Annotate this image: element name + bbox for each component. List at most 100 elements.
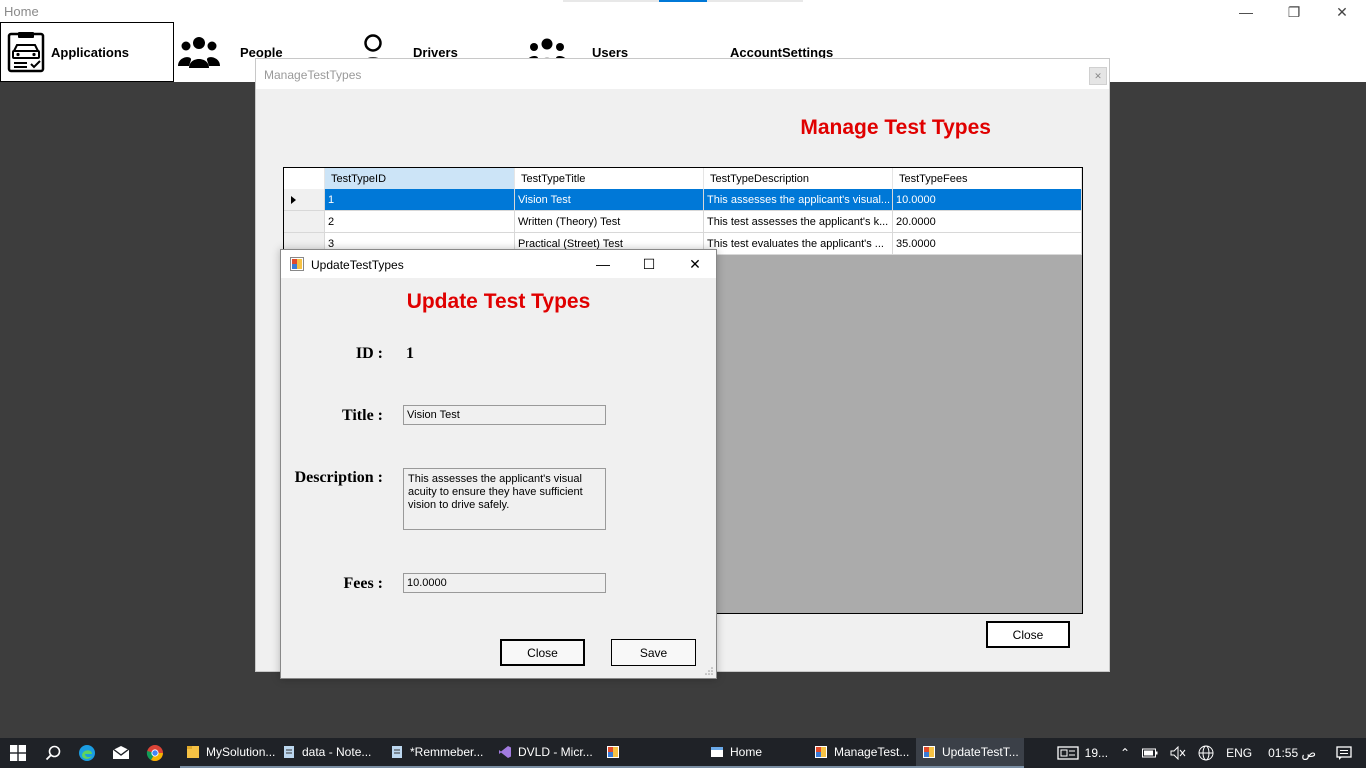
edge-taskbar-button[interactable] [70, 738, 104, 768]
nav-applications[interactable]: Applications [0, 22, 174, 82]
taskbar-item[interactable]: data - Note... [276, 738, 384, 768]
home-window-title: Home [4, 4, 39, 19]
manage-window-close-button[interactable]: ✕ [1089, 67, 1107, 85]
volume-muted-icon [1170, 746, 1186, 760]
table-row[interactable]: 1 Vision Test This assesses the applican… [284, 189, 1082, 211]
restore-button[interactable]: ❐ [1270, 0, 1318, 24]
title-input[interactable]: Vision Test [403, 405, 606, 425]
title-label: Title : [341, 407, 383, 424]
column-header-id[interactable]: TestTypeID [325, 168, 515, 190]
table-row[interactable]: 2 Written (Theory) Test This test assess… [284, 211, 1082, 233]
manage-heading: Manage Test Types [256, 116, 991, 140]
mail-icon [112, 746, 130, 759]
chrome-taskbar-button[interactable] [138, 738, 172, 768]
minimize-button[interactable]: — [1222, 0, 1270, 24]
close-icon: ✕ [689, 255, 701, 272]
taskbar-item-label: DVLD - Micr... [518, 745, 593, 759]
taskbar-item-active[interactable]: UpdateTestT... [916, 738, 1024, 768]
home-titlebar: Home — ❐ ✕ [0, 0, 1366, 24]
minimize-icon: — [1239, 4, 1253, 20]
manage-close-button[interactable]: Close [986, 621, 1070, 648]
id-value: 1 [406, 345, 414, 362]
update-close-x-button[interactable]: ✕ [672, 250, 718, 278]
taskbar-item[interactable]: MySolution... [180, 738, 276, 768]
taskbar-item[interactable] [600, 738, 704, 768]
taskbar-item[interactable]: ManageTest... [808, 738, 916, 768]
globe-icon [1198, 745, 1214, 761]
taskbar-item-label: UpdateTestT... [942, 745, 1019, 759]
start-button[interactable] [0, 738, 36, 768]
system-tray: 19... ⌃ ENG 01:55 ص [1051, 738, 1366, 768]
close-button[interactable]: ✕ [1318, 0, 1366, 24]
close-button[interactable]: Close [500, 639, 585, 666]
visual-studio-icon [499, 746, 511, 758]
taskbar-item[interactable]: *Remmeber... [384, 738, 492, 768]
minimize-icon: — [596, 256, 610, 272]
column-header-title[interactable]: TestTypeTitle [515, 168, 704, 190]
cell-description[interactable]: This assesses the applicant's visual... [704, 189, 893, 211]
manage-titlebar: ManageTestTypes ✕ [256, 59, 1109, 89]
app-window-icon [290, 257, 304, 271]
update-window-title: UpdateTestTypes [311, 258, 404, 272]
cell-title[interactable]: Vision Test [515, 189, 704, 211]
notepad-icon [284, 746, 294, 758]
cell-fees[interactable]: 35.0000 [893, 233, 1082, 255]
fees-input[interactable]: 10.0000 [403, 573, 606, 593]
taskbar-item[interactable]: Home [704, 738, 808, 768]
manage-window-title: ManageTestTypes [264, 68, 362, 82]
update-titlebar: UpdateTestTypes — ☐ ✕ [281, 250, 716, 278]
description-textarea[interactable]: This assesses the applicant's visual acu… [403, 468, 606, 530]
taskbar-item[interactable]: DVLD - Micr... [492, 738, 600, 768]
show-hidden-icons-button[interactable]: ⌃ [1114, 746, 1136, 760]
column-header-description[interactable]: TestTypeDescription [704, 168, 893, 190]
news-text: 19... [1084, 746, 1109, 760]
column-header-fees[interactable]: TestTypeFees [893, 168, 1082, 190]
news-widget[interactable]: 19... [1051, 746, 1114, 760]
close-icon: ✕ [1094, 70, 1102, 81]
taskbar-item-label: Home [730, 745, 763, 759]
grid-header-row: TestTypeID TestTypeTitle TestTypeDescrip… [284, 168, 1082, 190]
restore-icon: ❐ [1287, 3, 1301, 20]
taskbar-item-label: MySolution... [206, 745, 276, 759]
cell-title[interactable]: Written (Theory) Test [515, 211, 704, 233]
notifications-button[interactable] [1330, 746, 1366, 760]
nav-applications-label: Applications [51, 44, 130, 60]
description-label: Description : [294, 469, 383, 486]
search-button[interactable] [36, 738, 70, 768]
taskbar-item-label: data - Note... [302, 745, 372, 759]
row-header[interactable] [284, 189, 325, 211]
notification-icon [1336, 746, 1352, 760]
row-header[interactable] [284, 211, 325, 233]
language-indicator[interactable]: ENG [1220, 746, 1258, 760]
volume-button[interactable] [1164, 746, 1192, 760]
app-icon [815, 746, 827, 758]
resize-grip-icon[interactable] [704, 666, 714, 676]
mail-taskbar-button[interactable] [104, 738, 138, 768]
update-maximize-button[interactable]: ☐ [626, 250, 672, 278]
app-icon [607, 746, 619, 758]
save-button[interactable]: Save [611, 639, 696, 666]
manage-heading-text: Manage Test Types [800, 116, 991, 139]
applications-icon [3, 29, 49, 75]
close-icon: ✕ [1336, 3, 1348, 20]
grid-corner-header[interactable] [284, 168, 325, 190]
battery-button[interactable] [1136, 748, 1164, 758]
people-icon [176, 29, 222, 75]
cell-description[interactable]: This test assesses the applicant's k... [704, 211, 893, 233]
update-heading: Update Test Types [406, 290, 591, 313]
home-window-controls: — ❐ ✕ [1222, 0, 1366, 24]
folder-icon [187, 746, 199, 758]
chrome-icon [146, 745, 163, 762]
cell-fees[interactable]: 10.0000 [893, 189, 1082, 211]
taskbar-item-label: ManageTest... [834, 745, 910, 759]
network-button[interactable] [1192, 745, 1220, 761]
cell-id[interactable]: 1 [325, 189, 515, 211]
cell-fees[interactable]: 20.0000 [893, 211, 1082, 233]
app-icon [923, 746, 935, 758]
top-accent-right [707, 0, 803, 2]
update-minimize-button[interactable]: — [580, 250, 626, 278]
fees-label: Fees : [343, 575, 383, 592]
cell-description[interactable]: This test evaluates the applicant's ... [704, 233, 893, 255]
clock[interactable]: 01:55 ص [1258, 746, 1330, 760]
cell-id[interactable]: 2 [325, 211, 515, 233]
